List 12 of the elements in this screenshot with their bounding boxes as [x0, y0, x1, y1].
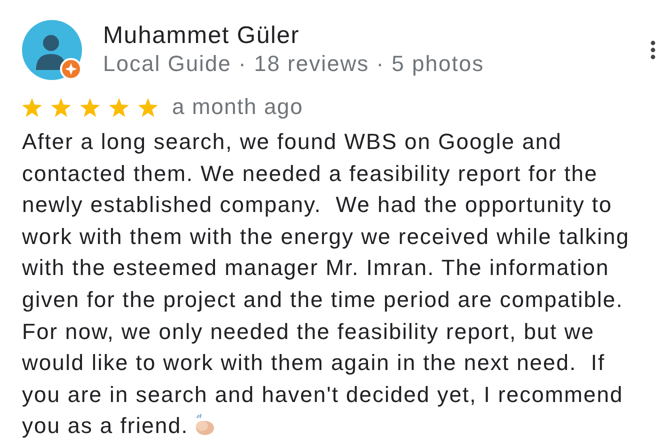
- star-icon: [51, 98, 71, 116]
- author-name[interactable]: Muhammet Güler: [103, 22, 484, 50]
- star-icon: [22, 98, 42, 116]
- star-icon: [80, 98, 100, 116]
- star-icon: [138, 98, 158, 116]
- review-time: a month ago: [172, 94, 304, 120]
- star-icon: [109, 98, 129, 116]
- review-text: After a long search, we found WBS on Google and contacted them. We needed a feasibility report for the newly established company. We had the opportunity to work with them with the energy we received while talking with the esteemed manager Mr. Imran. The information given for the project and the time period are compatible. For now, we only needed the feasibility report, but we would like to work with them again in the next need. If you are in search and haven't decided yet, I recommend you as a friend.: [22, 128, 630, 438]
- more-options-icon[interactable]: [650, 40, 656, 60]
- author-stats: Local Guide · 18 reviews · 5 photos: [103, 50, 484, 78]
- local-guide-badge-icon: [60, 58, 82, 80]
- person-silhouette-icon: [36, 34, 66, 70]
